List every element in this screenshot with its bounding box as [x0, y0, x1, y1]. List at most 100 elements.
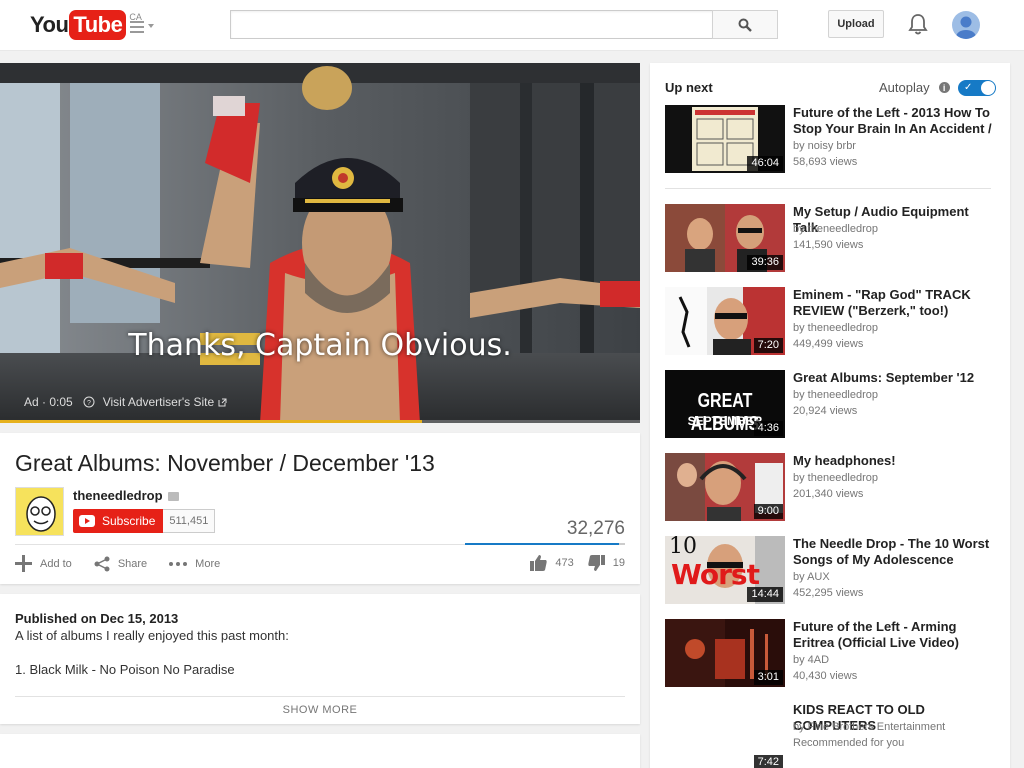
related-video-item[interactable]: 7:20 Eminem - "Rap God" TRACK REVIEW ("B… — [665, 287, 995, 357]
autoplay-toggle[interactable]: ✓ — [958, 80, 996, 96]
video-thumbnail[interactable]: 10 Worst 14:44 — [665, 536, 785, 604]
related-video-views: Recommended for you — [793, 737, 905, 749]
like-count: 473 — [555, 557, 574, 569]
related-video-item[interactable]: 39:36 My Setup / Audio Equipment Talk by… — [665, 204, 995, 274]
ad-progress-fill — [0, 420, 423, 423]
show-more-button[interactable]: SHOW MORE — [0, 704, 640, 716]
like-dislike: 473 19 — [516, 555, 625, 571]
more-button[interactable]: More — [169, 558, 220, 570]
related-video-item[interactable]: GREAT ALBUMS SEPTEMBER 4:36 Great Albums… — [665, 370, 995, 440]
thumbnail-subtext: Worst — [671, 558, 760, 591]
youtube-logo[interactable]: You Tube CA — [30, 10, 142, 40]
verified-badge-icon — [167, 492, 179, 502]
upload-button[interactable]: Upload — [828, 10, 884, 38]
ad-info-bar: Ad · 0:05 ? Visit Advertiser's Site — [24, 395, 228, 409]
channel-avatar[interactable] — [15, 487, 64, 536]
toggle-knob — [981, 81, 995, 95]
related-video-item[interactable]: 9:00 My headphones! by theneedledrop 201… — [665, 453, 995, 523]
related-video-channel: by 4AD — [793, 654, 830, 666]
related-video-channel: by AUX — [793, 571, 830, 583]
related-video-title[interactable]: Great Albums: September '12 — [793, 370, 993, 386]
description-text: 1. Black Milk - No Poison No Paradise — [15, 662, 235, 677]
related-video-title[interactable]: My headphones! — [793, 453, 993, 469]
related-video-title[interactable]: Eminem - "Rap God" TRACK REVIEW ("Berzer… — [793, 287, 993, 319]
video-thumbnail[interactable]: 7:20 — [665, 287, 785, 355]
logo-text-you: You — [30, 12, 69, 37]
guide-menu-icon[interactable] — [130, 17, 156, 35]
related-video-channel: by theneedledrop — [793, 322, 879, 334]
video-thumbnail[interactable]: 3:01 — [665, 619, 785, 687]
masthead: You Tube CA Upload — [0, 0, 1024, 51]
related-video-title[interactable]: Future of the Left - 2013 How To Stop Yo… — [793, 105, 993, 137]
more-dots-icon — [169, 561, 188, 566]
divider — [665, 188, 991, 189]
plus-icon — [15, 555, 32, 572]
video-thumbnail[interactable]: 7:42 — [665, 702, 785, 768]
related-video-views: 58,693 views — [793, 156, 858, 168]
related-video-views: 40,430 views — [793, 670, 858, 682]
comments-card — [0, 734, 640, 768]
video-player[interactable]: Thanks, Captain Obvious. Ad · 0:05 ? Vis… — [0, 63, 640, 423]
autoplay-label-group: Autoplay i — [879, 80, 950, 95]
search-box — [230, 10, 713, 39]
related-video-views: 141,590 views — [793, 239, 864, 251]
related-video-item[interactable]: 10 Worst 14:44 The Needle Drop - The 10 … — [665, 536, 995, 606]
related-video-views: 452,295 views — [793, 587, 864, 599]
youtube-play-icon — [79, 515, 95, 527]
video-title: Great Albums: November / December '13 — [15, 450, 435, 476]
ad-info-icon[interactable]: ? — [83, 396, 95, 408]
related-video-title[interactable]: The Needle Drop - The 10 Worst Songs of … — [793, 536, 993, 568]
like-button[interactable]: 473 — [530, 555, 574, 571]
dislike-count: 19 — [612, 557, 625, 569]
video-thumbnail[interactable]: 39:36 — [665, 204, 785, 272]
like-ratio-fill — [465, 543, 619, 545]
thumbs-down-icon — [588, 555, 605, 571]
ad-countdown: Ad · 0:05 — [24, 395, 73, 409]
video-duration: 46:04 — [747, 156, 783, 171]
view-count: 32,276 — [566, 518, 625, 539]
video-duration: 7:20 — [753, 338, 783, 353]
autoplay-label: Autoplay — [879, 80, 930, 95]
related-video-item[interactable]: 3:01 Future of the Left - Arming Eritrea… — [665, 619, 995, 689]
info-icon[interactable]: i — [938, 82, 950, 93]
related-video-title[interactable]: Future of the Left - Arming Eritrea (Off… — [793, 619, 993, 651]
video-frame-image — [0, 63, 640, 423]
like-ratio-bar — [465, 543, 625, 545]
subscriber-count: 511,451 — [163, 509, 216, 533]
notifications-bell-icon[interactable] — [908, 13, 928, 40]
description-card: Published on Dec 15, 2013 A list of albu… — [0, 594, 640, 724]
search-button[interactable] — [712, 10, 778, 39]
related-video-item[interactable]: 46:04 Future of the Left - 2013 How To S… — [665, 105, 995, 175]
share-button[interactable]: Share — [94, 556, 147, 572]
ad-overlay-caption: Thanks, Captain Obvious. — [128, 328, 512, 363]
video-duration: 39:36 — [747, 255, 783, 270]
share-icon — [94, 556, 110, 571]
search-icon — [738, 18, 752, 32]
publish-date: Published on Dec 15, 2013 — [15, 611, 179, 626]
add-to-button[interactable]: Add to — [15, 555, 72, 572]
divider — [15, 696, 625, 697]
subscribe-button[interactable]: Subscribe — [73, 509, 164, 533]
related-video-item[interactable]: 7:42 KIDS REACT TO OLD COMPUTERS by Fine… — [665, 702, 995, 768]
search-input[interactable] — [231, 11, 713, 38]
account-avatar[interactable] — [952, 11, 980, 39]
channel-name[interactable]: theneedledrop — [73, 488, 179, 503]
related-video-views: 20,924 views — [793, 405, 858, 417]
visit-advertiser-link[interactable]: Visit Advertiser's Site — [103, 395, 214, 409]
channel-name-text[interactable]: theneedledrop — [73, 488, 163, 503]
related-video-channel: by noisy brbr — [793, 140, 856, 152]
related-video-views: 201,340 views — [793, 488, 864, 500]
share-label: Share — [117, 557, 148, 570]
dislike-button[interactable]: 19 — [588, 555, 625, 571]
subscribe-group: Subscribe 511,451 — [73, 509, 216, 533]
ad-progress-bar[interactable] — [0, 420, 640, 423]
video-thumbnail[interactable]: GREAT ALBUMS SEPTEMBER 4:36 — [665, 370, 785, 438]
video-info-card: Great Albums: November / December '13 th… — [0, 433, 640, 584]
video-duration: 14:44 — [747, 587, 783, 602]
video-duration: 4:36 — [753, 421, 783, 436]
video-thumbnail[interactable]: 9:00 — [665, 453, 785, 521]
up-next-heading: Up next — [665, 80, 713, 95]
external-link-icon — [218, 398, 227, 406]
related-video-channel: by theneedledrop — [793, 389, 879, 401]
video-thumbnail[interactable]: 46:04 — [665, 105, 785, 173]
